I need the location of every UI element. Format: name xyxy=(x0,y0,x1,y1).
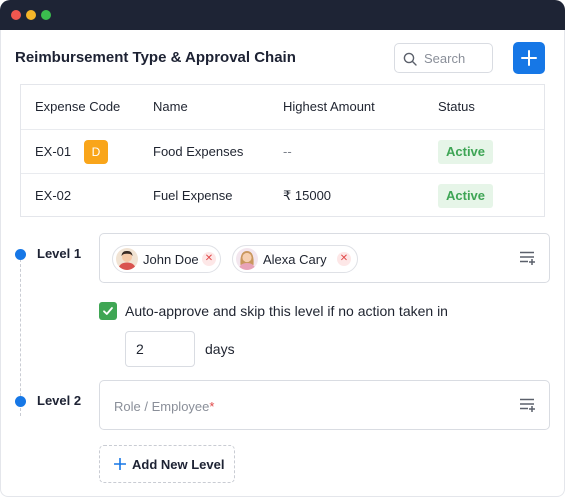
days-input[interactable] xyxy=(125,331,195,367)
add-new-level-label: Add New Level xyxy=(132,457,225,472)
column-header-name: Name xyxy=(153,99,188,114)
column-header-expense-code: Expense Code xyxy=(35,99,121,114)
list-add-icon[interactable] xyxy=(520,398,536,412)
expense-code-badge: D xyxy=(84,140,108,164)
status-badge: Active xyxy=(438,184,494,208)
approver-name: Alexa Cary xyxy=(263,252,327,267)
level-2-label: Level 2 xyxy=(37,393,82,408)
male-avatar-icon xyxy=(116,248,138,270)
expense-name: Fuel Expense xyxy=(153,188,233,203)
checkmark-icon xyxy=(103,307,113,315)
expense-name: Food Expenses xyxy=(153,144,244,159)
list-add-icon[interactable] xyxy=(520,251,536,265)
days-unit-label: days xyxy=(205,341,235,357)
expense-code: EX-01 xyxy=(35,144,72,159)
approval-timeline-line xyxy=(20,254,21,416)
level-1-marker xyxy=(15,249,26,260)
level-1-label: Level 1 xyxy=(37,246,82,261)
level-1-approvers-field[interactable]: John Doe ✕ Alexa Cary ✕ xyxy=(99,233,550,283)
female-avatar-icon xyxy=(236,248,258,270)
column-header-highest-amount: Highest Amount xyxy=(283,99,375,114)
expense-code: EX-02 xyxy=(35,188,72,203)
table-header-row: Expense Code Name Highest Amount Status xyxy=(21,85,544,129)
role-employee-placeholder-text: Role / Employee xyxy=(114,399,210,414)
maximize-window-button[interactable] xyxy=(41,10,51,20)
search-icon xyxy=(403,52,417,66)
highest-amount: -- xyxy=(283,144,292,159)
remove-approver-icon[interactable]: ✕ xyxy=(337,252,351,266)
approver-name: John Doe xyxy=(143,252,199,267)
role-employee-placeholder: Role / Employee* xyxy=(114,399,214,414)
highest-amount: ₹ 15000 xyxy=(283,188,332,203)
page-title: Reimbursement Type & Approval Chain xyxy=(15,49,296,66)
search-box[interactable] xyxy=(394,43,493,73)
minimize-window-button[interactable] xyxy=(26,10,36,20)
add-button[interactable] xyxy=(513,42,545,74)
table-row[interactable]: EX-01 D Food Expenses -- Active xyxy=(21,129,544,173)
plus-icon xyxy=(521,50,537,66)
search-input[interactable] xyxy=(424,50,488,67)
auto-approve-label: Auto-approve and skip this level if no a… xyxy=(125,303,448,319)
approver-chip-john-doe: John Doe ✕ xyxy=(112,245,221,273)
close-window-button[interactable] xyxy=(11,10,21,20)
add-new-level-button[interactable]: Add New Level xyxy=(99,445,235,483)
column-header-status: Status xyxy=(438,99,475,114)
window-titlebar xyxy=(0,0,565,30)
auto-approve-checkbox[interactable] xyxy=(99,302,117,320)
plus-icon xyxy=(114,458,126,470)
required-marker: * xyxy=(209,399,215,414)
expense-table: Expense Code Name Highest Amount Status … xyxy=(20,84,545,217)
table-row[interactable]: EX-02 Fuel Expense ₹ 15000 Active xyxy=(21,173,544,217)
level-2-role-employee-field[interactable]: Role / Employee* xyxy=(99,380,550,430)
status-badge: Active xyxy=(438,140,494,164)
remove-approver-icon[interactable]: ✕ xyxy=(202,252,216,266)
level-2-marker xyxy=(15,396,26,407)
approver-chip-alexa-cary: Alexa Cary ✕ xyxy=(232,245,358,273)
